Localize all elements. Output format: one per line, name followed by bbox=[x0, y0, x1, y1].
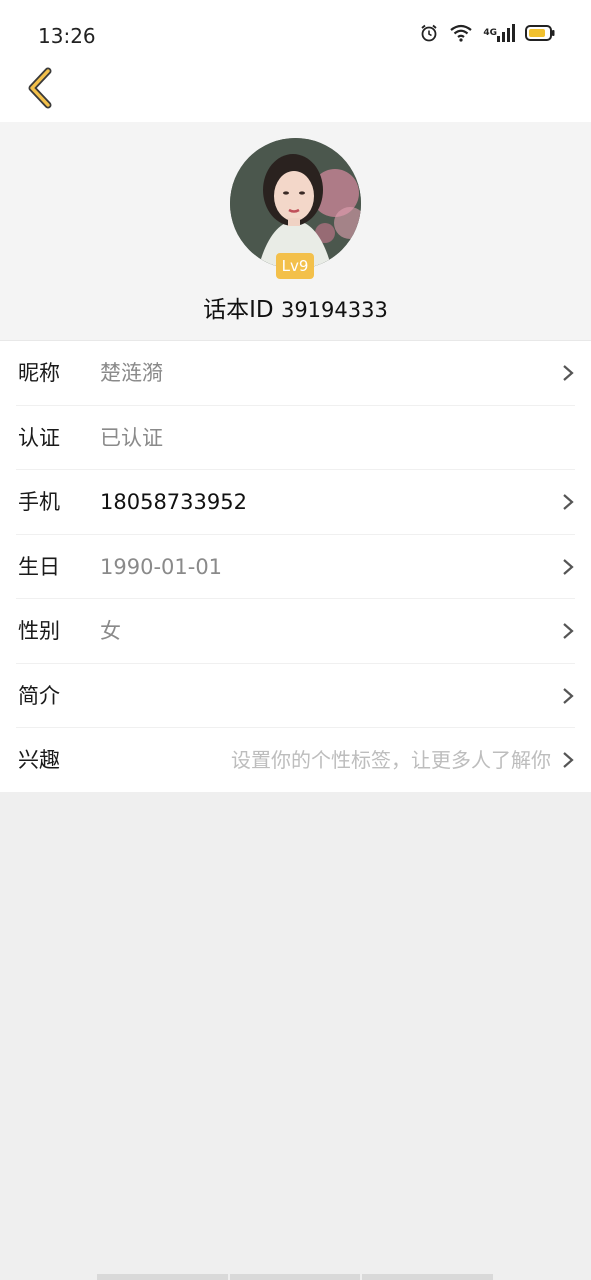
chevron-right-icon bbox=[563, 558, 574, 575]
user-id-label: 话本ID bbox=[203, 297, 274, 323]
row-interests[interactable]: 兴趣 设置你的个性标签，让更多人了解你 bbox=[16, 728, 575, 793]
row-label: 生日 bbox=[18, 554, 60, 579]
alarm-icon bbox=[419, 23, 439, 43]
profile-info-list: 昵称 楚涟漪 认证 已认证 手机 18058733952 生日 1990-01-… bbox=[0, 340, 591, 792]
row-birthday[interactable]: 生日 1990-01-01 bbox=[16, 535, 575, 599]
profile-header: Lv9 话本ID 39194333 bbox=[0, 122, 591, 340]
chevron-left-icon bbox=[28, 67, 52, 109]
row-bio[interactable]: 简介 bbox=[16, 664, 575, 728]
row-label: 兴趣 bbox=[18, 748, 60, 772]
home-indicator-segment bbox=[229, 1274, 361, 1280]
wifi-icon bbox=[449, 23, 473, 43]
nav-bar bbox=[0, 60, 591, 122]
level-badge: Lv9 bbox=[276, 253, 314, 279]
row-label: 简介 bbox=[18, 683, 60, 708]
chevron-right-icon bbox=[563, 494, 574, 510]
status-bar: 13:26 4G bbox=[0, 0, 591, 60]
home-indicator-segment bbox=[362, 1274, 494, 1280]
verification-value: 已认证 bbox=[100, 425, 163, 450]
row-phone[interactable]: 手机 18058733952 bbox=[16, 470, 575, 535]
status-time: 13:26 bbox=[38, 24, 96, 48]
home-indicator bbox=[97, 1274, 494, 1280]
gender-value: 女 bbox=[100, 619, 121, 643]
battery-icon bbox=[525, 24, 555, 42]
interests-placeholder: 设置你的个性标签，让更多人了解你 bbox=[231, 748, 551, 772]
row-label: 认证 bbox=[18, 425, 60, 450]
row-gender[interactable]: 性别 女 bbox=[16, 599, 575, 664]
chevron-right-icon bbox=[563, 365, 574, 381]
home-indicator-segment bbox=[97, 1274, 228, 1280]
row-label: 性别 bbox=[18, 619, 60, 643]
status-icons: 4G bbox=[419, 23, 555, 43]
user-id-value: 39194333 bbox=[280, 298, 388, 322]
row-verification: 认证 已认证 bbox=[16, 406, 575, 470]
row-nickname[interactable]: 昵称 楚涟漪 bbox=[16, 341, 575, 406]
chevron-right-icon bbox=[563, 687, 574, 704]
chevron-right-icon bbox=[563, 752, 574, 768]
user-id-line: 话本ID 39194333 bbox=[0, 290, 591, 324]
row-label: 昵称 bbox=[18, 361, 60, 385]
phone-value: 18058733952 bbox=[100, 490, 247, 514]
nickname-value: 楚涟漪 bbox=[100, 361, 163, 385]
row-label: 手机 bbox=[18, 490, 60, 514]
chevron-right-icon bbox=[563, 623, 574, 639]
avatar[interactable] bbox=[230, 138, 361, 269]
back-button[interactable] bbox=[18, 64, 62, 112]
birthday-value: 1990-01-01 bbox=[100, 554, 223, 579]
signal-icon: 4G bbox=[483, 24, 515, 42]
